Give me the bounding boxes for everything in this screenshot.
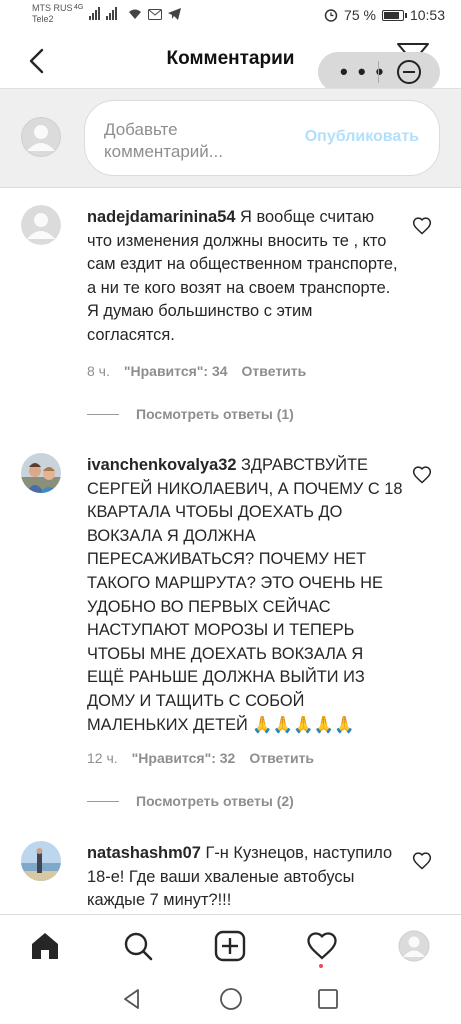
status-bar: MTS RUS Tele2 4G 75 % 10:53 — [0, 0, 461, 34]
avatar[interactable] — [21, 205, 61, 245]
recents-icon[interactable] — [316, 987, 340, 1011]
publish-button[interactable]: Опубликовать — [305, 128, 419, 146]
comment-username[interactable]: ivanchenkovalya32 — [87, 456, 236, 474]
new-post-icon[interactable] — [214, 930, 246, 962]
header: Комментарии • • • — [0, 34, 461, 92]
comment-username[interactable]: nadejdamarinina54 — [87, 208, 235, 226]
home-circle-icon[interactable] — [219, 987, 243, 1011]
comment-body: natashashm07 Г-н Кузнецов, наступило 18-… — [87, 842, 403, 913]
comment-body: nadejdamarinina54 Я вообще считаю что из… — [87, 206, 403, 348]
view-replies-label: Посмотреть ответы (2) — [136, 793, 294, 809]
replies-divider — [87, 800, 119, 802]
alarm-icon — [324, 9, 338, 22]
message-icon — [148, 8, 162, 20]
battery-icon — [381, 9, 407, 21]
like-heart-icon[interactable] — [412, 216, 432, 236]
search-icon[interactable] — [122, 930, 154, 962]
wifi-icon — [129, 9, 141, 19]
notification-dot — [319, 964, 323, 968]
profile-icon[interactable] — [398, 930, 430, 962]
network-type: 4G — [74, 4, 84, 11]
clock: 10:53 — [409, 7, 445, 23]
comment-likes[interactable]: "Нравится": 32 — [132, 750, 236, 766]
view-replies-label: Посмотреть ответы (1) — [136, 406, 294, 422]
like-heart-icon[interactable] — [412, 851, 432, 871]
comment-time: 12 ч. — [87, 750, 118, 766]
view-replies-button[interactable]: Посмотреть ответы (1) — [87, 406, 294, 422]
comment-body: ivanchenkovalya32 ЗДРАВСТВУЙТЕ СЕРГЕЙ НИ… — [87, 454, 403, 737]
comment-time: 8 ч. — [87, 363, 110, 379]
bottom-tab-bar — [0, 914, 461, 974]
capsule-divider — [378, 61, 379, 83]
home-icon[interactable] — [29, 930, 61, 962]
battery-percent: 75 % — [344, 7, 376, 23]
my-avatar — [21, 117, 61, 157]
system-navigation-bar — [0, 974, 461, 1024]
reply-button[interactable]: Ответить — [242, 363, 307, 379]
avatar[interactable] — [21, 841, 61, 881]
telegram-icon — [168, 8, 181, 20]
comment-text: ЗДРАВСТВУЙТЕ СЕРГЕЙ НИКОЛАЕВИЧ, А ПОЧЕМУ… — [87, 456, 403, 734]
replies-divider — [87, 413, 119, 415]
comment-meta: 8 ч. "Нравится": 34 Ответить — [87, 363, 306, 379]
notification-icons — [128, 8, 181, 20]
comment-meta: 12 ч. "Нравится": 32 Ответить — [87, 750, 314, 766]
back-icon[interactable] — [120, 987, 144, 1011]
view-replies-button[interactable]: Посмотреть ответы (2) — [87, 793, 294, 809]
comment-text: Я вообще считаю что изменения должны вно… — [87, 208, 398, 344]
avatar[interactable] — [21, 453, 61, 493]
activity-icon[interactable] — [306, 930, 338, 962]
like-heart-icon[interactable] — [412, 465, 432, 485]
comment-compose-bar: Добавьте комментарий... Опубликовать — [0, 88, 461, 188]
status-right: 75 % 10:53 — [324, 7, 445, 23]
carrier-names: MTS RUS Tele2 — [32, 3, 73, 25]
comment-item: natashashm07 Г-н Кузнецов, наступило 18-… — [0, 820, 461, 914]
close-capsule-icon[interactable] — [394, 57, 424, 87]
comment-username[interactable]: natashashm07 — [87, 844, 201, 862]
reply-button[interactable]: Ответить — [249, 750, 314, 766]
signal-icon: 4G — [74, 4, 118, 20]
comment-placeholder: Добавьте комментарий... — [104, 120, 223, 161]
carrier-2: Tele2 — [32, 14, 54, 24]
comment-likes[interactable]: "Нравится": 34 — [124, 363, 228, 379]
carrier-1: MTS RUS — [32, 3, 73, 13]
comment-input[interactable]: Добавьте комментарий... Опубликовать — [84, 100, 440, 176]
mini-program-capsule: • • • — [318, 52, 440, 92]
